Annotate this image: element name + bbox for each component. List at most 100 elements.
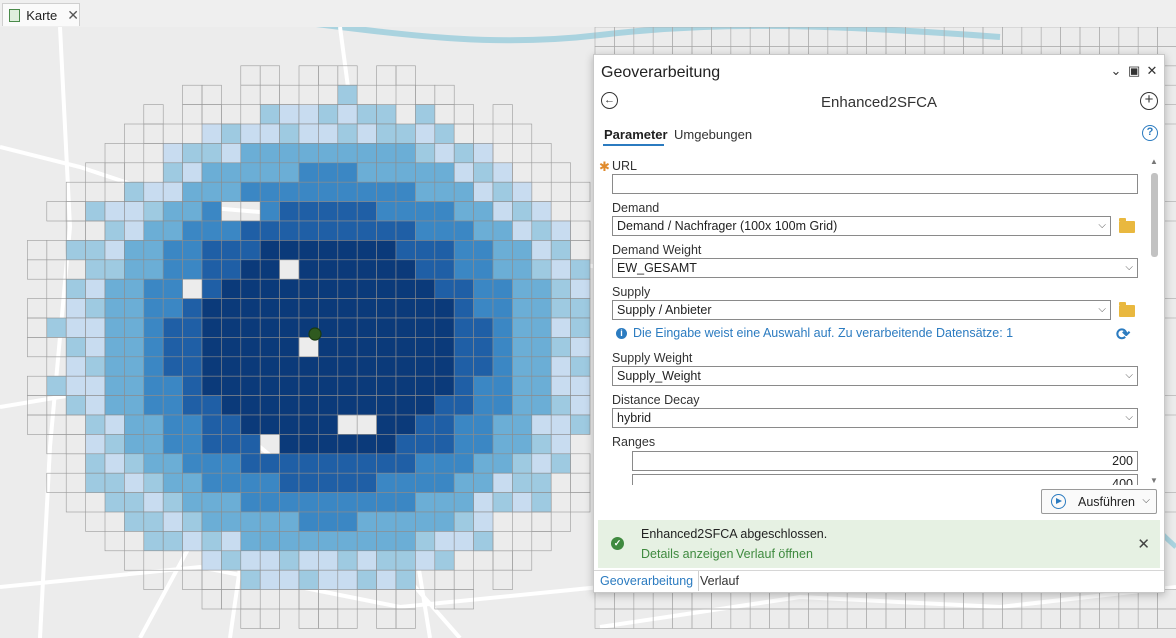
grid-cell xyxy=(376,337,397,358)
grid-cell xyxy=(395,201,416,222)
grid-cell xyxy=(531,337,552,358)
grid-cell xyxy=(85,434,106,455)
scroll-down-icon[interactable]: ▼ xyxy=(1150,476,1158,485)
grid-cell xyxy=(201,472,222,493)
grid-cell xyxy=(376,531,397,552)
geoprocessing-pane: Geoverarbeitung ⌄ ▣ ✕ ← Enhanced2SFCA + … xyxy=(593,54,1165,593)
refresh-icon[interactable]: ⟳ xyxy=(1116,325,1130,345)
chevron-down-icon[interactable]: ⌄ xyxy=(1110,63,1122,79)
grid-cell xyxy=(356,550,377,571)
grid-cell-empty xyxy=(46,259,67,280)
scrollbar-thumb[interactable] xyxy=(1151,173,1158,257)
grid-cell xyxy=(279,569,300,590)
supply-weight-select[interactable]: Supply_Weight ⌵ xyxy=(612,366,1138,386)
scroll-up-icon[interactable]: ▲ xyxy=(1150,157,1158,166)
road xyxy=(599,585,1176,629)
grid-cell xyxy=(201,492,222,513)
grid-cell xyxy=(182,492,203,513)
grid-cell xyxy=(453,240,474,261)
grid-cell-empty xyxy=(143,143,164,164)
grid-cell-empty xyxy=(924,608,945,629)
grid-cell xyxy=(550,453,571,474)
grid-cell xyxy=(162,201,183,222)
add-icon[interactable]: + xyxy=(1140,92,1158,110)
grid-cell xyxy=(434,259,455,280)
grid-cell-empty xyxy=(27,375,48,396)
grid-cell xyxy=(356,201,377,222)
tab-umgebungen[interactable]: Umgebungen xyxy=(674,127,752,142)
grid-cell xyxy=(221,220,242,241)
range-field[interactable]: 400 xyxy=(632,474,1138,485)
demand-weight-select[interactable]: EW_GESAMT ⌵ xyxy=(612,258,1138,278)
grid-cell xyxy=(298,143,319,164)
grid-cell xyxy=(104,356,125,377)
grid-cell xyxy=(259,492,280,513)
grid-cell xyxy=(415,414,436,435)
river xyxy=(315,27,1001,44)
grid-cell xyxy=(124,395,145,416)
grid-cell-empty xyxy=(473,550,494,571)
grid-cell xyxy=(473,201,494,222)
grid-cell xyxy=(162,414,183,435)
folder-icon[interactable] xyxy=(1119,218,1135,233)
grid-cell xyxy=(201,162,222,183)
grid-cell xyxy=(356,531,377,552)
grid-cell-empty xyxy=(550,162,571,183)
grid-cell xyxy=(85,278,106,299)
history-link[interactable]: Verlauf öffnen xyxy=(736,547,813,561)
close-icon[interactable]: ✕ xyxy=(67,8,79,22)
grid-cell xyxy=(259,278,280,299)
details-link[interactable]: Details anzeigen xyxy=(641,547,733,561)
tab-geoverarbeitung[interactable]: Geoverarbeitung xyxy=(595,571,700,591)
grid-cell xyxy=(201,278,222,299)
grid-cell xyxy=(453,143,474,164)
grid-cell-empty xyxy=(512,550,533,571)
grid-cell xyxy=(453,317,474,338)
supply-point-marker[interactable] xyxy=(308,327,322,341)
grid-cell xyxy=(395,434,416,455)
grid-cell-empty xyxy=(434,589,455,610)
tab-karte[interactable]: Karte ✕ xyxy=(2,3,80,26)
grid-cell xyxy=(201,356,222,377)
help-icon[interactable]: ? xyxy=(1142,125,1158,141)
demand-select[interactable]: Demand / Nachfrager (100x 100m Grid) ⌵ xyxy=(612,216,1111,236)
range-field[interactable]: 200 xyxy=(632,451,1138,471)
grid-cell-empty xyxy=(1118,608,1139,629)
tab-verlauf[interactable]: Verlauf xyxy=(695,571,744,591)
grid-cell xyxy=(279,531,300,552)
params-scrollbar[interactable]: ▲ ▼ xyxy=(1148,155,1160,485)
grid-cell-empty xyxy=(550,201,571,222)
folder-icon[interactable] xyxy=(1119,302,1135,317)
grid-cell xyxy=(259,143,280,164)
grid-cell-empty xyxy=(473,123,494,144)
grid-cell-empty xyxy=(356,414,377,435)
supply-value: Supply / Anbieter xyxy=(617,303,712,317)
grid-cell xyxy=(240,356,261,377)
grid-cell xyxy=(531,220,552,241)
maximize-icon[interactable]: ▣ xyxy=(1128,63,1140,79)
grid-cell xyxy=(337,84,358,105)
close-icon[interactable]: ✕ xyxy=(1146,63,1158,79)
grid-cell xyxy=(376,181,397,202)
grid-cell xyxy=(85,240,106,261)
grid-cell xyxy=(65,356,86,377)
grid-cell xyxy=(182,220,203,241)
grid-cell xyxy=(395,511,416,532)
supply-select[interactable]: Supply / Anbieter ⌵ xyxy=(612,300,1111,320)
grid-cell-empty xyxy=(337,414,358,435)
close-icon[interactable]: ✕ xyxy=(1137,535,1150,553)
grid-cell xyxy=(298,531,319,552)
run-button[interactable]: Ausführen ⌵ xyxy=(1041,489,1157,514)
grid-cell-empty xyxy=(65,414,86,435)
grid-cell-empty xyxy=(143,104,164,125)
chevron-down-icon[interactable]: ⌵ xyxy=(1142,495,1150,506)
tab-parameter[interactable]: Parameter xyxy=(604,127,668,142)
grid-cell xyxy=(473,453,494,474)
grid-cell xyxy=(221,181,242,202)
url-field[interactable] xyxy=(612,174,1138,194)
grid-cell-empty xyxy=(318,608,339,629)
grid-cell-empty xyxy=(85,220,106,241)
distance-decay-select[interactable]: hybrid ⌵ xyxy=(612,408,1138,428)
grid-cell-empty xyxy=(298,589,319,610)
grid-cell xyxy=(550,220,571,241)
